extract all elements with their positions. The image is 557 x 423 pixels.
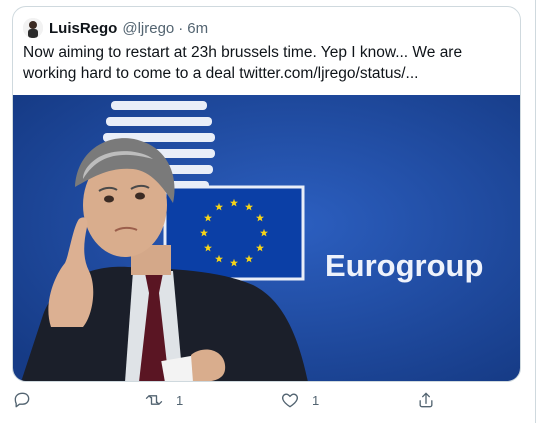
like-count: 1 [312, 392, 320, 408]
author-handle[interactable]: @ljrego [122, 20, 174, 37]
retweet-button[interactable]: 1 [144, 390, 183, 410]
tweet-card[interactable]: LuisRego @ljrego · 6m Now aiming to rest… [12, 6, 521, 382]
retweet-icon [144, 390, 164, 410]
separator-dot: · [178, 19, 184, 37]
reply-icon [12, 390, 32, 410]
author-name[interactable]: LuisRego [49, 20, 117, 37]
tweet-text: Now aiming to restart at 23h brussels ti… [23, 44, 463, 82]
like-button[interactable]: 1 [280, 390, 319, 410]
eu-flag-graphic [163, 185, 305, 281]
avatar[interactable] [23, 18, 43, 38]
retweet-count: 1 [176, 392, 184, 408]
reply-button[interactable] [12, 390, 32, 410]
tweet-media-image[interactable]: Eurogroup [13, 95, 520, 381]
tweet-header: LuisRego @ljrego · 6m [23, 16, 208, 40]
heart-icon [280, 390, 300, 410]
share-icon [416, 390, 436, 410]
eurogroup-sign-text: Eurogroup [325, 248, 483, 283]
tweet-timestamp[interactable]: 6m [187, 20, 208, 37]
tweet-actions-bar: 1 1 [0, 384, 557, 418]
timeline-border [535, 0, 536, 423]
share-button[interactable] [416, 390, 436, 410]
